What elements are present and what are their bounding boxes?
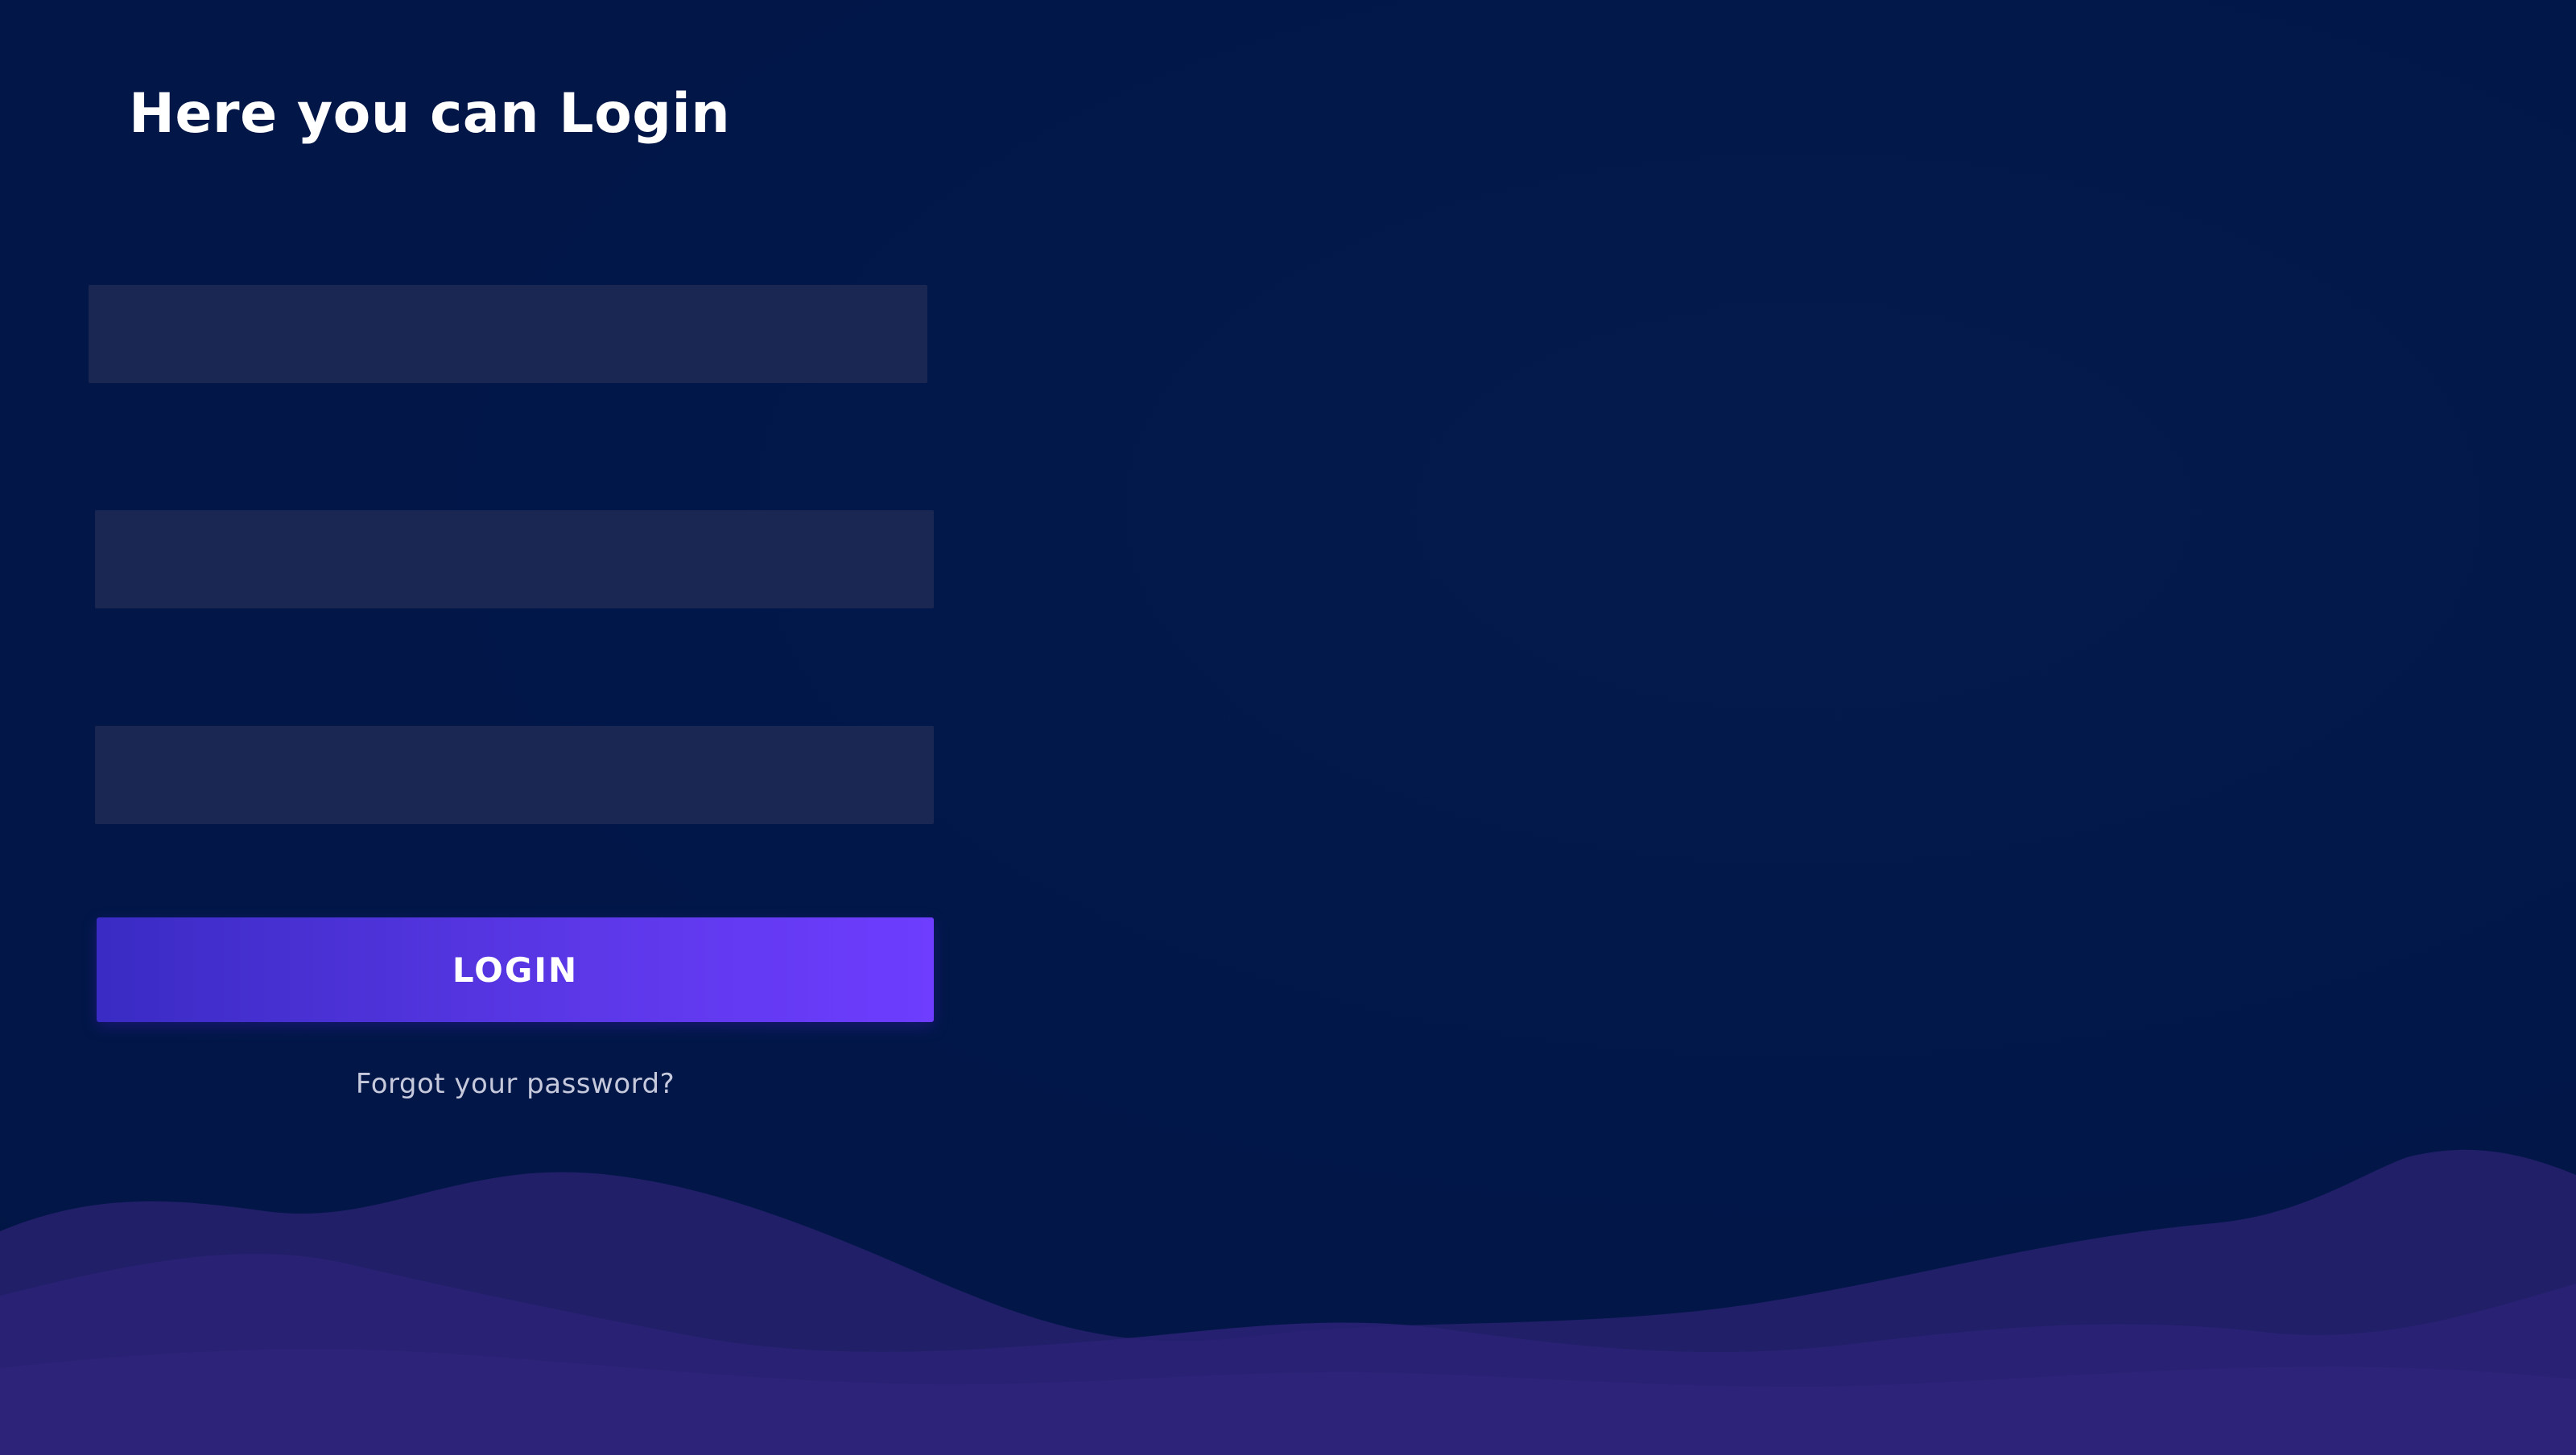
login-page: Here you can Login LOGIN Forgot your pas… [0,0,2576,1455]
login-field-2[interactable] [95,510,934,608]
forgot-password-link[interactable]: Forgot your password? [97,1062,934,1106]
login-button[interactable]: LOGIN [97,917,934,1022]
decorative-waves [0,1149,2576,1455]
login-field-3[interactable] [95,726,934,824]
page-title: Here you can Login [129,82,731,146]
login-field-1[interactable] [89,285,927,383]
